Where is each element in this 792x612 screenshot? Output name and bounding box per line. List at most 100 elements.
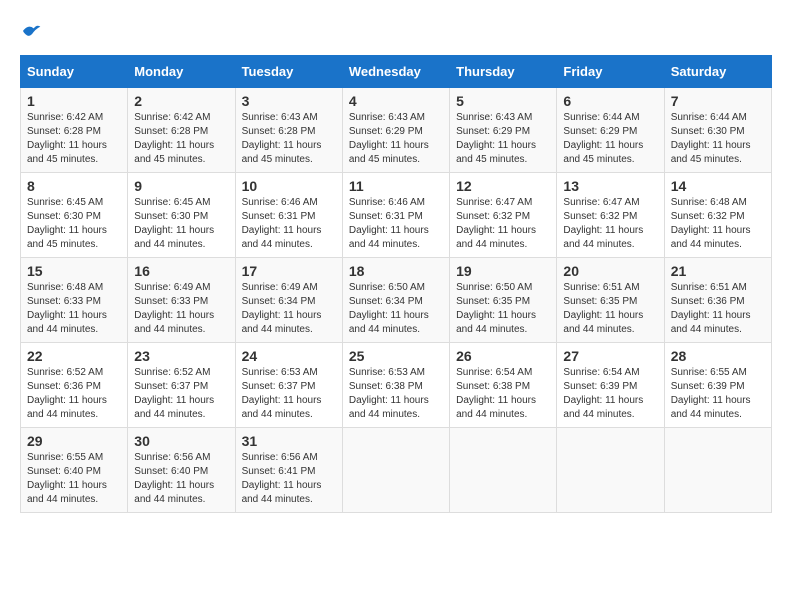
- day-info: Sunrise: 6:46 AM Sunset: 6:31 PM Dayligh…: [242, 196, 336, 252]
- day-number: 7: [671, 93, 765, 109]
- day-info: Sunrise: 6:52 AM Sunset: 6:36 PM Dayligh…: [27, 366, 121, 422]
- day-number: 26: [456, 348, 550, 364]
- day-info: Sunrise: 6:42 AM Sunset: 6:28 PM Dayligh…: [27, 111, 121, 167]
- calendar-cell: 9 Sunrise: 6:45 AM Sunset: 6:30 PM Daylig…: [128, 173, 235, 258]
- col-header-saturday: Saturday: [664, 56, 771, 88]
- calendar-cell: 7 Sunrise: 6:44 AM Sunset: 6:30 PM Daylig…: [664, 88, 771, 173]
- day-number: 10: [242, 178, 336, 194]
- day-number: 17: [242, 263, 336, 279]
- calendar-cell: 22 Sunrise: 6:52 AM Sunset: 6:36 PM Dayli…: [21, 343, 128, 428]
- day-info: Sunrise: 6:52 AM Sunset: 6:37 PM Dayligh…: [134, 366, 228, 422]
- calendar-cell: 26Sunrise: 6:54 AM Sunset: 6:38 PM Dayli…: [450, 343, 557, 428]
- day-info: Sunrise: 6:47 AM Sunset: 6:32 PM Dayligh…: [563, 196, 657, 252]
- calendar-cell: [557, 428, 664, 513]
- calendar-cell: 23 Sunrise: 6:52 AM Sunset: 6:37 PM Dayli…: [128, 343, 235, 428]
- day-number: 5: [456, 93, 550, 109]
- day-number: 12: [456, 178, 550, 194]
- logo: [20, 20, 42, 45]
- calendar-cell: 29 Sunrise: 6:55 AM Sunset: 6:40 PM Dayli…: [21, 428, 128, 513]
- calendar-cell: 27 Sunrise: 6:54 AM Sunset: 6:39 PM Dayli…: [557, 343, 664, 428]
- day-number: 22: [27, 348, 121, 364]
- day-info: Sunrise: 6:50 AM Sunset: 6:35 PM Dayligh…: [456, 281, 550, 337]
- day-number: 25: [349, 348, 443, 364]
- calendar-cell: 11 Sunrise: 6:46 AM Sunset: 6:31 PM Dayli…: [342, 173, 449, 258]
- day-info: Sunrise: 6:44 AM Sunset: 6:30 PM Dayligh…: [671, 111, 765, 167]
- col-header-monday: Monday: [128, 56, 235, 88]
- day-number: 3: [242, 93, 336, 109]
- day-number: 29: [27, 433, 121, 449]
- day-info: Sunrise: 6:51 AM Sunset: 6:35 PM Dayligh…: [563, 281, 657, 337]
- col-header-sunday: Sunday: [21, 56, 128, 88]
- header-row: SundayMondayTuesdayWednesdayThursdayFrid…: [21, 56, 772, 88]
- day-number: 23: [134, 348, 228, 364]
- day-info: Sunrise: 6:43 AM Sunset: 6:29 PM Dayligh…: [349, 111, 443, 167]
- day-number: 19: [456, 263, 550, 279]
- day-info: Sunrise: 6:56 AM Sunset: 6:41 PM Dayligh…: [242, 451, 336, 507]
- day-info: Sunrise: 6:47 AM Sunset: 6:32 PM Dayligh…: [456, 196, 550, 252]
- calendar-cell: 18Sunrise: 6:50 AM Sunset: 6:34 PM Dayli…: [342, 258, 449, 343]
- calendar-cell: [664, 428, 771, 513]
- day-number: 20: [563, 263, 657, 279]
- day-info: Sunrise: 6:51 AM Sunset: 6:36 PM Dayligh…: [671, 281, 765, 337]
- day-number: 27: [563, 348, 657, 364]
- logo-bird-icon: [22, 20, 42, 40]
- calendar-cell: 30Sunrise: 6:56 AM Sunset: 6:40 PM Dayli…: [128, 428, 235, 513]
- calendar-cell: [342, 428, 449, 513]
- day-info: Sunrise: 6:55 AM Sunset: 6:40 PM Dayligh…: [27, 451, 121, 507]
- week-row-1: 1 Sunrise: 6:42 AM Sunset: 6:28 PM Daylig…: [21, 88, 772, 173]
- day-number: 8: [27, 178, 121, 194]
- week-row-2: 8 Sunrise: 6:45 AM Sunset: 6:30 PM Daylig…: [21, 173, 772, 258]
- logo-text: [20, 20, 42, 45]
- calendar-cell: 14Sunrise: 6:48 AM Sunset: 6:32 PM Dayli…: [664, 173, 771, 258]
- calendar-cell: 2Sunrise: 6:42 AM Sunset: 6:28 PM Daylig…: [128, 88, 235, 173]
- day-number: 1: [27, 93, 121, 109]
- calendar-cell: 24 Sunrise: 6:53 AM Sunset: 6:37 PM Dayli…: [235, 343, 342, 428]
- calendar-cell: 13Sunrise: 6:47 AM Sunset: 6:32 PM Dayli…: [557, 173, 664, 258]
- day-info: Sunrise: 6:56 AM Sunset: 6:40 PM Dayligh…: [134, 451, 228, 507]
- calendar-cell: [450, 428, 557, 513]
- calendar-table: SundayMondayTuesdayWednesdayThursdayFrid…: [20, 55, 772, 513]
- col-header-thursday: Thursday: [450, 56, 557, 88]
- col-header-wednesday: Wednesday: [342, 56, 449, 88]
- day-info: Sunrise: 6:49 AM Sunset: 6:33 PM Dayligh…: [134, 281, 228, 337]
- day-info: Sunrise: 6:48 AM Sunset: 6:32 PM Dayligh…: [671, 196, 765, 252]
- day-info: Sunrise: 6:45 AM Sunset: 6:30 PM Dayligh…: [134, 196, 228, 252]
- day-info: Sunrise: 6:50 AM Sunset: 6:34 PM Dayligh…: [349, 281, 443, 337]
- col-header-friday: Friday: [557, 56, 664, 88]
- calendar-cell: 16 Sunrise: 6:49 AM Sunset: 6:33 PM Dayli…: [128, 258, 235, 343]
- day-info: Sunrise: 6:55 AM Sunset: 6:39 PM Dayligh…: [671, 366, 765, 422]
- day-number: 31: [242, 433, 336, 449]
- calendar-cell: 31 Sunrise: 6:56 AM Sunset: 6:41 PM Dayli…: [235, 428, 342, 513]
- calendar-cell: 15 Sunrise: 6:48 AM Sunset: 6:33 PM Dayli…: [21, 258, 128, 343]
- calendar-cell: 28 Sunrise: 6:55 AM Sunset: 6:39 PM Dayli…: [664, 343, 771, 428]
- day-number: 4: [349, 93, 443, 109]
- calendar-cell: 21 Sunrise: 6:51 AM Sunset: 6:36 PM Dayli…: [664, 258, 771, 343]
- calendar-cell: 19 Sunrise: 6:50 AM Sunset: 6:35 PM Dayli…: [450, 258, 557, 343]
- day-info: Sunrise: 6:43 AM Sunset: 6:29 PM Dayligh…: [456, 111, 550, 167]
- week-row-3: 15 Sunrise: 6:48 AM Sunset: 6:33 PM Dayli…: [21, 258, 772, 343]
- day-info: Sunrise: 6:53 AM Sunset: 6:38 PM Dayligh…: [349, 366, 443, 422]
- calendar-cell: 25 Sunrise: 6:53 AM Sunset: 6:38 PM Dayli…: [342, 343, 449, 428]
- day-number: 24: [242, 348, 336, 364]
- day-info: Sunrise: 6:54 AM Sunset: 6:39 PM Dayligh…: [563, 366, 657, 422]
- day-number: 9: [134, 178, 228, 194]
- week-row-5: 29 Sunrise: 6:55 AM Sunset: 6:40 PM Dayli…: [21, 428, 772, 513]
- day-number: 11: [349, 178, 443, 194]
- calendar-cell: 10 Sunrise: 6:46 AM Sunset: 6:31 PM Dayli…: [235, 173, 342, 258]
- day-info: Sunrise: 6:44 AM Sunset: 6:29 PM Dayligh…: [563, 111, 657, 167]
- day-number: 28: [671, 348, 765, 364]
- day-number: 2: [134, 93, 228, 109]
- day-info: Sunrise: 6:48 AM Sunset: 6:33 PM Dayligh…: [27, 281, 121, 337]
- day-number: 6: [563, 93, 657, 109]
- col-header-tuesday: Tuesday: [235, 56, 342, 88]
- day-info: Sunrise: 6:43 AM Sunset: 6:28 PM Dayligh…: [242, 111, 336, 167]
- calendar-cell: 6 Sunrise: 6:44 AM Sunset: 6:29 PM Daylig…: [557, 88, 664, 173]
- day-info: Sunrise: 6:53 AM Sunset: 6:37 PM Dayligh…: [242, 366, 336, 422]
- day-info: Sunrise: 6:46 AM Sunset: 6:31 PM Dayligh…: [349, 196, 443, 252]
- calendar-cell: 4 Sunrise: 6:43 AM Sunset: 6:29 PM Daylig…: [342, 88, 449, 173]
- day-number: 15: [27, 263, 121, 279]
- calendar-cell: 17Sunrise: 6:49 AM Sunset: 6:34 PM Dayli…: [235, 258, 342, 343]
- day-number: 21: [671, 263, 765, 279]
- day-number: 16: [134, 263, 228, 279]
- calendar-cell: 8Sunrise: 6:45 AM Sunset: 6:30 PM Daylig…: [21, 173, 128, 258]
